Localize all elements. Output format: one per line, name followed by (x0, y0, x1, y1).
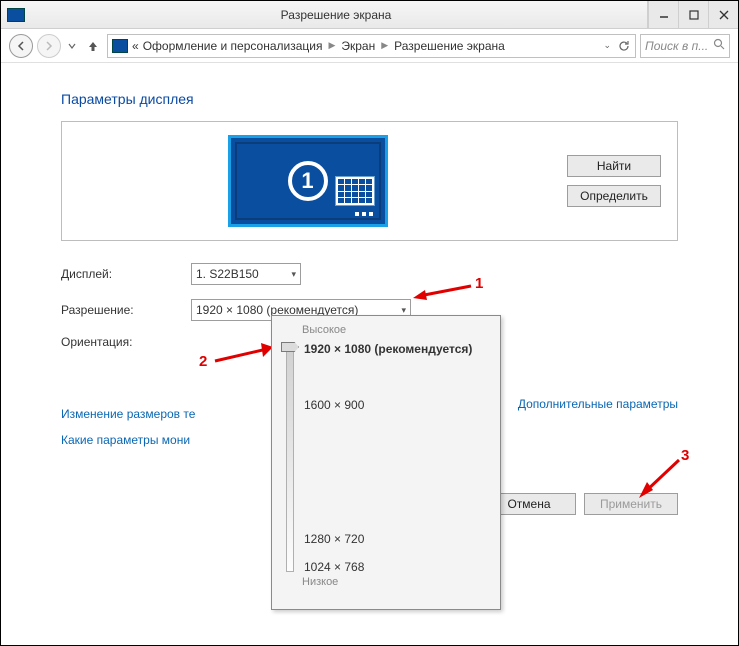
nav-up-button[interactable] (83, 36, 103, 56)
close-button[interactable] (708, 1, 738, 28)
slider-high-label: Высокое (302, 324, 490, 336)
slider-low-label: Низкое (302, 576, 490, 588)
chevron-down-icon[interactable]: ⌄ (603, 40, 611, 51)
page-title: Параметры дисплея (61, 91, 678, 107)
app-icon (7, 8, 25, 22)
detect-button[interactable]: Определить (567, 185, 661, 207)
breadcrumb-item[interactable]: Оформление и персонализация (143, 39, 323, 53)
resolution-slider[interactable] (286, 342, 294, 572)
search-input[interactable]: Поиск в п... (640, 34, 730, 58)
annotation-arrow-2 (213, 343, 275, 365)
slider-thumb[interactable] (281, 342, 299, 352)
chevron-down-icon: ▾ (401, 305, 406, 316)
nav-forward-button[interactable] (37, 34, 61, 58)
monitor-number: 1 (288, 161, 328, 201)
chevron-right-icon: ▶ (379, 40, 390, 51)
resolution-option[interactable]: 1280 × 720 (304, 532, 364, 546)
search-icon (713, 38, 725, 53)
monitor-icon (112, 39, 128, 53)
titlebar: Разрешение экрана (1, 1, 738, 29)
minimize-button[interactable] (648, 1, 678, 28)
maximize-button[interactable] (678, 1, 708, 28)
display-preview-box: 1 Найти Определить (61, 121, 678, 241)
monitor-preview[interactable]: 1 (228, 135, 388, 227)
resolution-option[interactable]: 1920 × 1080 (рекомендуется) (304, 342, 472, 356)
window-title: Разрешение экрана (25, 8, 647, 22)
display-label: Дисплей: (61, 267, 191, 281)
nav-back-button[interactable] (9, 34, 33, 58)
breadcrumb-item[interactable]: Разрешение экрана (394, 39, 505, 53)
resolution-option[interactable]: 1600 × 900 (304, 398, 364, 412)
nav-history-dropdown[interactable] (65, 34, 79, 58)
display-select[interactable]: 1. S22B150 ▾ (191, 263, 301, 285)
annotation-2: 2 (199, 353, 207, 370)
advanced-params-link[interactable]: Дополнительные параметры (518, 397, 678, 411)
address-bar[interactable]: « Оформление и персонализация ▶ Экран ▶ … (107, 34, 636, 58)
annotation-1: 1 (475, 275, 483, 292)
annotation-arrow-1 (413, 282, 473, 302)
annotation-arrow-3 (637, 456, 687, 500)
display-value: 1. S22B150 (196, 267, 259, 281)
orientation-label: Ориентация: (61, 335, 191, 349)
search-placeholder: Поиск в п... (645, 39, 708, 53)
chevron-right-icon: ▶ (326, 40, 337, 51)
resolution-dropdown-popup: Высокое 1920 × 1080 (рекомендуется) 1600 … (271, 315, 501, 610)
navigation-bar: « Оформление и персонализация ▶ Экран ▶ … (1, 29, 738, 63)
annotation-3: 3 (681, 447, 689, 464)
keyboard-icon (335, 176, 375, 206)
resolution-option[interactable]: 1024 × 768 (304, 560, 364, 574)
chevron-down-icon: ▾ (291, 269, 296, 280)
breadcrumb-item[interactable]: Экран (341, 39, 375, 53)
window-controls (647, 1, 738, 28)
resolution-label: Разрешение: (61, 303, 191, 317)
find-button[interactable]: Найти (567, 155, 661, 177)
breadcrumb-prefix: « (132, 39, 139, 53)
refresh-icon[interactable] (617, 39, 631, 53)
